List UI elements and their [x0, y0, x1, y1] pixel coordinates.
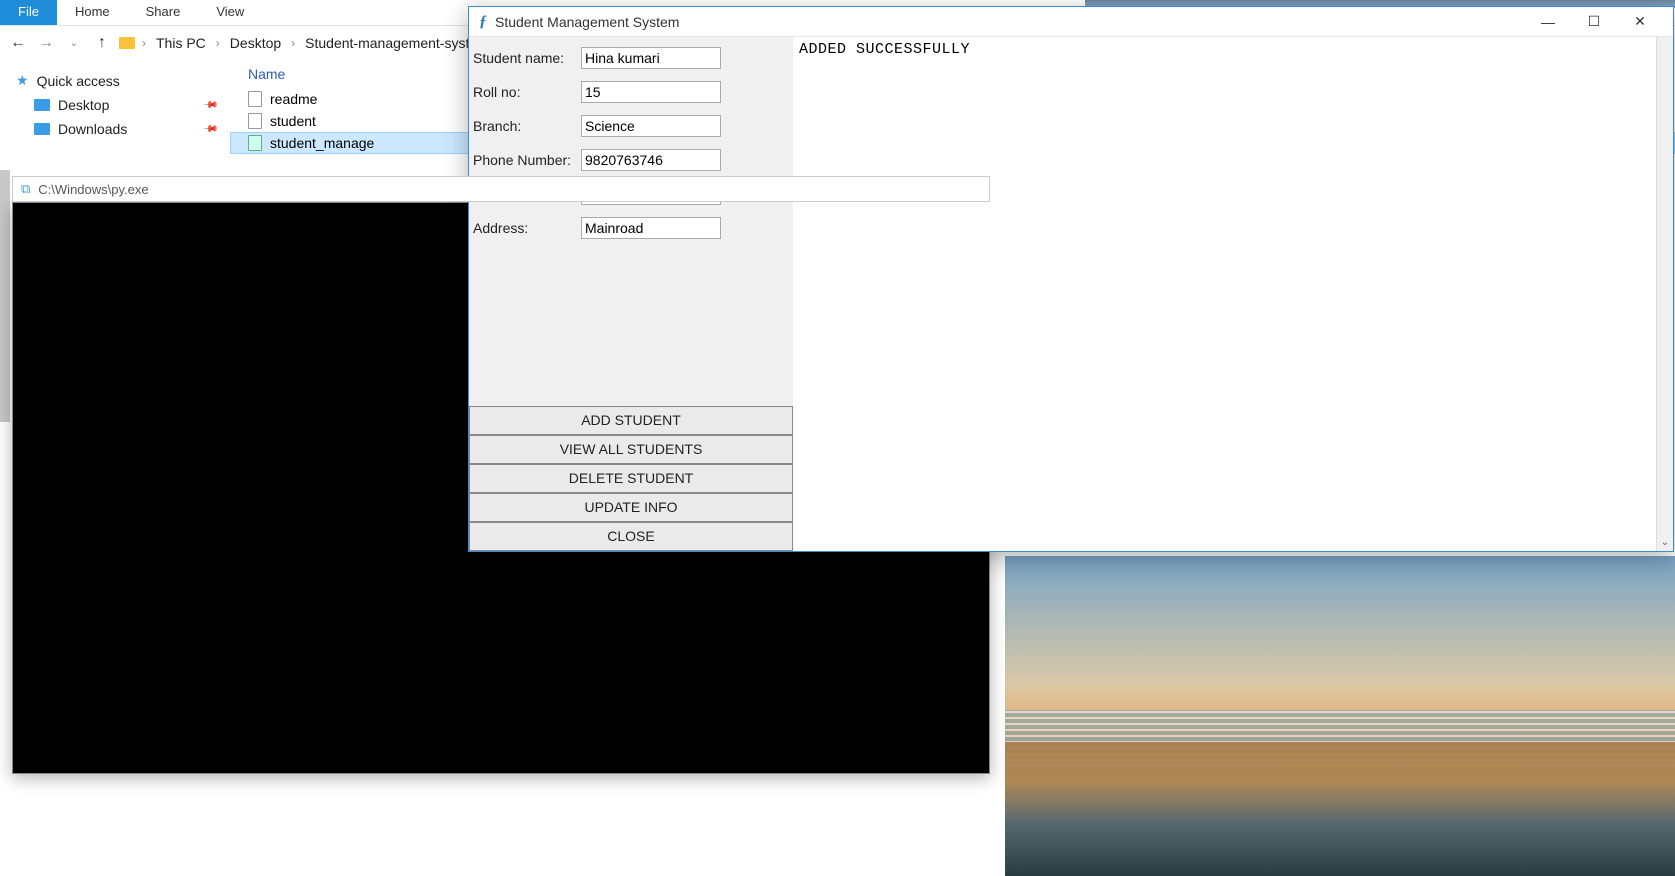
downloads-icon — [34, 123, 50, 135]
tk-window: ƒ Student Management System — ☐ ✕ Studen… — [468, 6, 1674, 552]
sidebar-desktop[interactable]: Desktop 📌 — [16, 93, 230, 117]
explorer-sidebar: ★ Quick access Desktop 📌 Downloads 📌 — [0, 60, 230, 180]
output-panel: ADDED SUCCESSFULLY ⌄ — [793, 37, 1673, 551]
chevron-right-icon: › — [214, 36, 222, 50]
python-exe-icon: ⧉ — [21, 181, 30, 197]
close-app-button[interactable]: CLOSE — [469, 522, 793, 551]
file-label: readme — [270, 91, 317, 107]
desktop-wallpaper — [1005, 556, 1675, 876]
tk-title-text: Student Management System — [495, 14, 679, 30]
label-student-name: Student name: — [471, 50, 581, 66]
column-header-label: Name — [248, 66, 285, 82]
document-icon — [248, 113, 262, 129]
dropdown-icon[interactable]: ⌄ — [62, 31, 86, 55]
input-branch[interactable] — [581, 115, 721, 137]
folder-icon — [118, 34, 136, 52]
close-button[interactable]: ✕ — [1617, 7, 1663, 37]
breadcrumb-pc[interactable]: This PC — [152, 35, 210, 51]
output-text: ADDED SUCCESSFULLY — [793, 37, 1673, 62]
minimize-button[interactable]: — — [1525, 7, 1571, 37]
label-address: Address: — [471, 220, 581, 236]
ribbon-tab-view[interactable]: View — [198, 0, 262, 25]
file-label: student — [270, 113, 316, 129]
maximize-button[interactable]: ☐ — [1571, 7, 1617, 37]
ribbon-tab-home[interactable]: Home — [57, 0, 128, 25]
output-scrollbar[interactable]: ⌄ — [1656, 37, 1673, 551]
ribbon-tab-file[interactable]: File — [0, 0, 57, 25]
scroll-down-icon[interactable]: ⌄ — [1657, 534, 1674, 551]
update-info-button[interactable]: UPDATE INFO — [469, 493, 793, 522]
tk-feather-icon: ƒ — [479, 13, 487, 31]
document-icon — [248, 91, 262, 107]
terminal-titlebar[interactable]: ⧉ C:\Windows\py.exe — [12, 176, 990, 202]
explorer-scrollbar[interactable] — [0, 170, 10, 422]
delete-student-button[interactable]: DELETE STUDENT — [469, 464, 793, 493]
up-arrow-icon[interactable]: ↑ — [90, 31, 114, 55]
view-all-students-button[interactable]: VIEW ALL STUDENTS — [469, 435, 793, 464]
input-address[interactable] — [581, 217, 721, 239]
chevron-right-icon: › — [289, 36, 297, 50]
sidebar-label: Quick access — [37, 73, 120, 89]
input-phone[interactable] — [581, 149, 721, 171]
sidebar-label: Desktop — [58, 97, 109, 113]
sidebar-quick-access[interactable]: ★ Quick access — [16, 68, 230, 93]
star-icon: ★ — [16, 72, 29, 89]
breadcrumb-desktop[interactable]: Desktop — [226, 35, 285, 51]
label-phone: Phone Number: — [471, 152, 581, 168]
forward-arrow-icon[interactable]: → — [34, 31, 58, 55]
add-student-button[interactable]: ADD STUDENT — [469, 406, 793, 435]
back-arrow-icon[interactable]: ← — [6, 31, 30, 55]
input-student-name[interactable] — [581, 47, 721, 69]
file-label: student_manage — [270, 135, 374, 151]
breadcrumb-folder[interactable]: Student-management-syste — [301, 35, 481, 51]
form-panel: Student name: Roll no: Branch: Phone Num… — [469, 37, 793, 551]
label-roll-no: Roll no: — [471, 84, 581, 100]
ribbon-tab-share[interactable]: Share — [128, 0, 199, 25]
pin-icon: 📌 — [201, 121, 218, 138]
sidebar-downloads[interactable]: Downloads 📌 — [16, 117, 230, 141]
terminal-title-text: C:\Windows\py.exe — [38, 182, 148, 197]
tk-titlebar[interactable]: ƒ Student Management System — ☐ ✕ — [469, 7, 1673, 37]
pin-icon: 📌 — [201, 97, 218, 114]
input-roll-no[interactable] — [581, 81, 721, 103]
label-branch: Branch: — [471, 118, 581, 134]
python-file-icon — [248, 135, 262, 151]
sidebar-label: Downloads — [58, 121, 127, 137]
desktop-icon — [34, 99, 50, 111]
chevron-right-icon: › — [140, 36, 148, 50]
